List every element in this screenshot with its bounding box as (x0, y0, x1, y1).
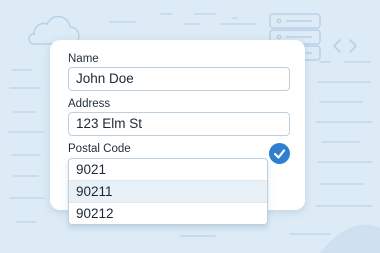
check-icon (269, 143, 290, 164)
postal-code-field[interactable]: 9021 (69, 159, 267, 181)
address-field[interactable]: 123 Elm St (68, 112, 290, 136)
postal-code-label: Postal Code (68, 143, 131, 155)
autocomplete-option[interactable]: 90212 (69, 203, 267, 224)
autocomplete-option[interactable]: 90211 (69, 181, 267, 203)
decor-blob (320, 224, 380, 253)
postal-code-autocomplete: 9021 90211 90212 (68, 158, 268, 225)
address-label: Address (68, 98, 111, 110)
name-label: Name (68, 53, 99, 65)
code-icon (333, 39, 357, 53)
name-field[interactable]: John Doe (68, 67, 290, 91)
